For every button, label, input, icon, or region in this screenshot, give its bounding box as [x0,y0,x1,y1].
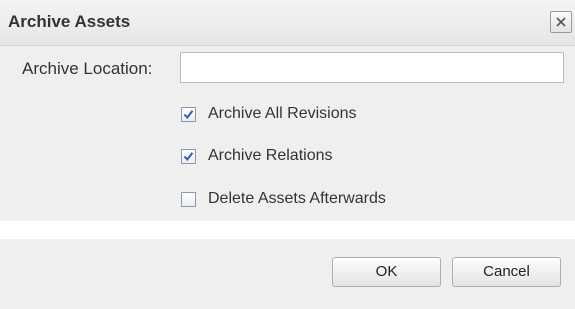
checkmark-icon [183,152,194,162]
delete-assets-afterwards-checkbox[interactable] [181,192,196,207]
dialog-footer: OK Cancel [0,221,575,309]
close-button[interactable] [550,11,572,33]
delete-assets-afterwards-label: Delete Assets Afterwards [208,190,386,207]
archive-assets-dialog: Archive Assets Archive Location: Archive… [0,0,575,309]
checkmark-icon [183,110,194,120]
archive-relations-checkbox[interactable] [181,149,196,164]
close-icon [556,17,566,27]
dialog-titlebar: Archive Assets [0,0,575,46]
archive-all-revisions-checkbox[interactable] [181,107,196,122]
dialog-body: Archive Location: Archive All Revisions … [0,46,575,221]
archive-relations-label: Archive Relations [208,147,333,164]
cancel-button[interactable]: Cancel [452,257,561,287]
archive-location-input[interactable] [180,52,564,83]
ok-button[interactable]: OK [332,257,441,287]
dialog-title: Archive Assets [8,12,131,31]
archive-location-label: Archive Location: [22,59,153,78]
archive-all-revisions-label: Archive All Revisions [208,105,357,122]
